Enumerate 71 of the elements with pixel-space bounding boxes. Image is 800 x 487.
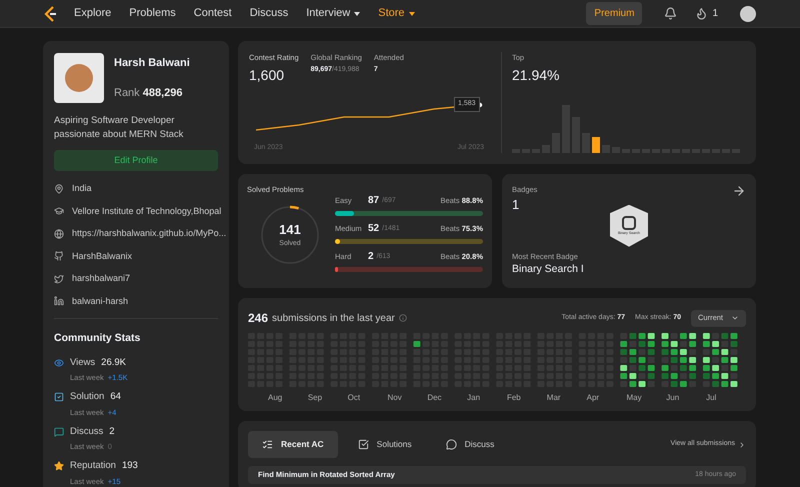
linkedin-icon: [54, 296, 64, 306]
edit-profile-button[interactable]: Edit Profile: [54, 150, 218, 171]
month-label: Aug: [268, 392, 284, 404]
profile-detail[interactable]: https://harshbalwanix.github.io/MyPo...: [72, 227, 226, 240]
stat-label: Discuss: [70, 424, 104, 439]
list-icon: [262, 439, 273, 450]
profile-detail: Vellore Institute of Technology,Bhopal: [72, 204, 222, 218]
month-label: Jan: [467, 392, 482, 404]
submissions-text: submissions in the last year: [272, 312, 395, 326]
activity-tab[interactable]: Recent AC: [248, 431, 338, 458]
solved-total: 141: [279, 220, 301, 239]
profile-detail[interactable]: balwani-harsh: [72, 294, 128, 308]
stat-value: 193: [122, 459, 138, 474]
recent-badge-name: Binary Search I: [512, 262, 585, 277]
month-label: May: [626, 392, 643, 404]
stat-value: 26.9K: [101, 356, 126, 370]
graduation-cap-icon: [54, 206, 64, 216]
nav-link[interactable]: Contest: [194, 5, 232, 22]
avatar[interactable]: [740, 6, 756, 22]
rank-text: Rank 488,296: [114, 86, 184, 100]
profile-detail[interactable]: harshbalwani7: [72, 272, 130, 286]
stat-label: Reputation: [70, 459, 116, 474]
logo-icon[interactable]: [44, 6, 58, 22]
avatar-image: [54, 53, 104, 103]
nav-link[interactable]: Problems: [129, 5, 176, 22]
solved-count: 87: [368, 194, 380, 208]
stat-label: Views: [70, 356, 96, 370]
solved-count: 2: [368, 250, 374, 264]
caret-icon: [354, 12, 360, 16]
month-label: Mar: [546, 392, 562, 404]
stat-label: Solution: [70, 390, 104, 404]
bio-text: Aspiring Software Developer passionate about MERN Stack: [54, 114, 184, 142]
month-label: Feb: [506, 392, 522, 404]
bell-icon[interactable]: [664, 7, 678, 20]
badge-count: 1: [512, 196, 520, 214]
profile-detail: India: [72, 182, 92, 195]
arrow-right-icon[interactable]: [732, 184, 746, 198]
nav-link[interactable]: Discuss: [250, 5, 288, 22]
solved-count: 52: [368, 222, 380, 236]
month-label: Oct: [348, 392, 362, 404]
top-percentage: 21.94%: [512, 66, 560, 86]
section-title: Community Stats: [54, 331, 142, 346]
twitter-bird-icon: [54, 274, 64, 284]
activity-tab[interactable]: Discuss: [432, 431, 508, 458]
info-icon[interactable]: [398, 314, 407, 322]
flame-icon[interactable]: [695, 7, 708, 20]
month-label: Jul: [706, 392, 718, 404]
stat-value: 64: [110, 390, 121, 404]
streak-count: 1: [712, 7, 718, 21]
location-pin-icon: [54, 184, 64, 194]
premium-button[interactable]: Premium: [586, 2, 642, 25]
nav-link[interactable]: Interview: [306, 5, 360, 22]
activity-tab[interactable]: Solutions: [344, 431, 426, 458]
month-label: Sep: [308, 392, 324, 404]
month-label: Dec: [427, 392, 443, 404]
nav-link[interactable]: Store: [378, 5, 415, 22]
month-label: Jun: [666, 392, 680, 404]
profile-detail[interactable]: HarshBalwanix: [72, 250, 132, 263]
globe-icon: [54, 228, 64, 239]
check-square-icon: [358, 439, 369, 450]
stat-value: 2: [109, 424, 115, 439]
submission-count: 246: [248, 310, 268, 327]
month-label: Apr: [586, 392, 600, 404]
nav-link[interactable]: Explore: [74, 5, 112, 22]
chevron-right-icon: [738, 440, 746, 448]
user-name: Harsh Balwani: [114, 56, 190, 71]
github-icon: [54, 251, 64, 262]
month-label: Nov: [387, 392, 403, 404]
chevron-down-icon: [731, 314, 739, 322]
contest-rating: 1,600: [249, 66, 286, 86]
caret-icon: [408, 12, 415, 16]
